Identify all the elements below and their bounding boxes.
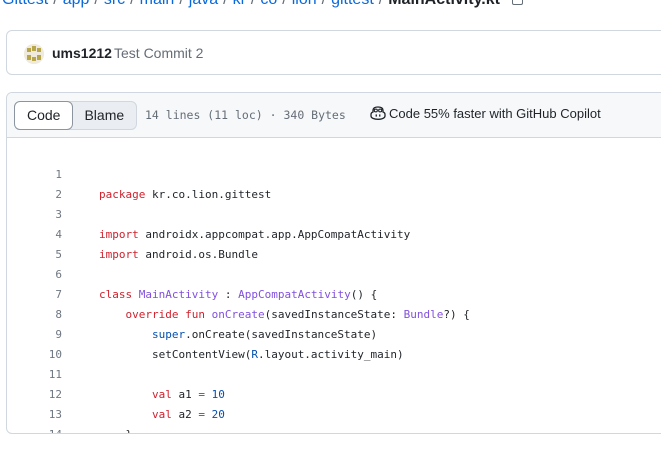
code-line: 11 val a1 = 10	[7, 345, 661, 401]
breadcrumb-separator: /	[130, 0, 134, 8]
breadcrumb-separator: /	[179, 0, 183, 8]
code-line: 1 package kr.co.lion.gittest	[7, 145, 661, 201]
file-header: Code Blame 14 lines (11 loc) · 340 Bytes…	[7, 93, 661, 138]
breadcrumb-item-src[interactable]: src	[104, 0, 125, 8]
view-mode-toggle: Code Blame	[14, 101, 138, 130]
code-line: 3 import androidx.appcompat.app.AppCompa…	[7, 185, 661, 241]
breadcrumb-item-kr[interactable]: kr	[233, 0, 246, 8]
code-line: 10	[7, 325, 661, 361]
blame-tab-button[interactable]: Blame	[72, 102, 136, 129]
breadcrumb-separator: /	[53, 0, 57, 8]
code-line: 9 setContentView(R.layout.activity_main)	[7, 305, 661, 361]
avatar[interactable]	[24, 44, 44, 64]
commit-author-link[interactable]: ums1212	[52, 45, 112, 61]
code-line: 7 override fun onCreate(savedInstanceSta…	[7, 265, 661, 321]
code-line: 6 class MainActivity : AppCompatActivity…	[7, 245, 661, 301]
breadcrumb-separator: /	[282, 0, 286, 8]
breadcrumb-item-co[interactable]: co	[260, 0, 277, 8]
code-line: 8 super.onCreate(savedInstanceState)	[7, 285, 661, 341]
latest-commit-box: ums1212 Test Commit 2	[6, 30, 661, 75]
file-viewer: Code Blame 14 lines (11 loc) · 340 Bytes…	[6, 92, 661, 434]
breadcrumb-current-file: MainActivity.kt	[388, 0, 500, 8]
code-line: 14 }	[7, 405, 661, 433]
identicon-icon	[24, 44, 44, 64]
code-text: }	[99, 425, 132, 433]
code-line: 13 }	[7, 385, 661, 433]
breadcrumb-item-repo[interactable]: Gittest	[2, 0, 48, 8]
breadcrumb-item-app[interactable]: app	[63, 0, 90, 8]
code-view: 1 package kr.co.lion.gittest 2 3 import …	[7, 145, 661, 433]
code-line: 2	[7, 165, 661, 201]
copilot-icon	[370, 106, 386, 120]
breadcrumb: Gittest / app / src / main / java / kr / co / lion / git…	[2, 0, 523, 10]
code-line: 12 val a2 = 20	[7, 365, 661, 421]
breadcrumb-item-java[interactable]: java	[189, 0, 218, 8]
breadcrumb-item-gittest[interactable]: gittest	[331, 0, 374, 8]
copilot-promo-text: Code 55% faster with GitHub Copilot	[389, 106, 601, 121]
code-line: 5	[7, 225, 661, 261]
line-number[interactable]: 14	[7, 425, 62, 433]
code-tab-button[interactable]: Code	[14, 101, 74, 130]
copy-path-icon[interactable]	[511, 0, 523, 5]
breadcrumb-separator: /	[94, 0, 98, 8]
commit-message-link[interactable]: Test Commit 2	[114, 45, 203, 61]
breadcrumb-separator: /	[223, 0, 227, 8]
breadcrumb-separator: /	[322, 0, 326, 8]
breadcrumb-item-lion[interactable]: lion	[292, 0, 317, 8]
breadcrumb-separator: /	[379, 0, 383, 8]
breadcrumb-separator: /	[251, 0, 255, 8]
breadcrumb-item-main[interactable]: main	[140, 0, 175, 8]
copilot-promo-link[interactable]: Code 55% faster with GitHub Copilot	[370, 106, 601, 121]
file-meta-info: 14 lines (11 loc) · 340 Bytes	[145, 108, 346, 122]
code-line: 4 import android.os.Bundle	[7, 205, 661, 261]
